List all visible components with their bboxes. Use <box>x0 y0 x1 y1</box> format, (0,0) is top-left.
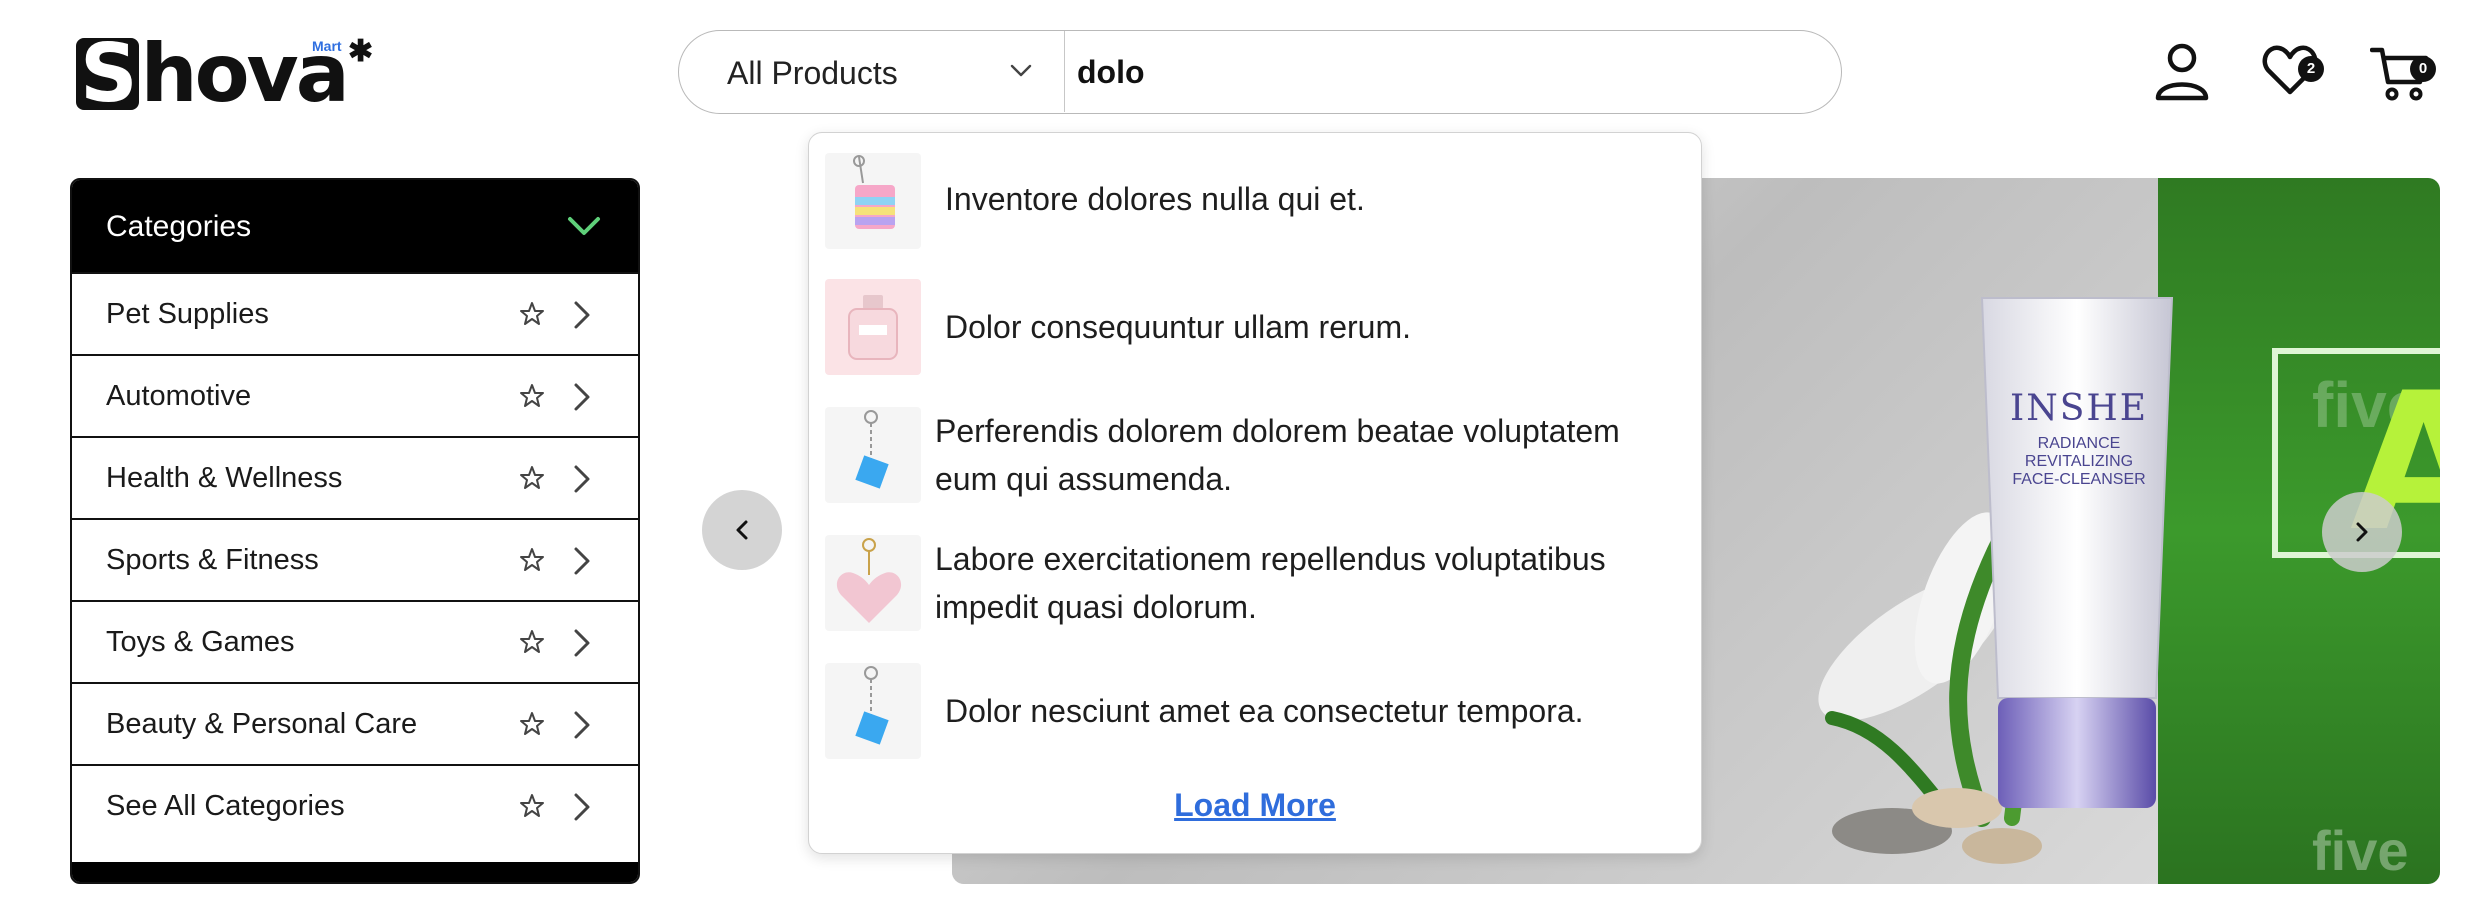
category-item[interactable]: Sports & Fitness <box>72 518 638 600</box>
result-thumbnail <box>825 153 921 249</box>
brand-wordmark: Shova <box>76 34 350 114</box>
result-title: Dolor nesciunt amet ea consectetur tempo… <box>945 693 1584 729</box>
categories-footer-bar <box>72 862 638 882</box>
chevron-down-icon <box>568 217 600 235</box>
search-bar: All Products <box>678 30 1842 114</box>
result-thumbnail <box>825 279 921 375</box>
brand-initial: S <box>76 34 139 114</box>
brand-sub: Mart <box>312 38 342 54</box>
category-label: Automotive <box>106 380 252 412</box>
chevron-right-icon <box>574 711 590 739</box>
cart-count-badge: 0 <box>2410 56 2436 82</box>
chevron-right-icon <box>574 301 590 329</box>
category-item[interactable]: Health & Wellness <box>72 436 638 518</box>
wishlist-count-badge: 2 <box>2298 56 2324 82</box>
category-label: Pet Supplies <box>106 298 269 330</box>
categories-title: Categories <box>106 210 252 243</box>
result-title-line1: Perferendis dolorem dolorem beatae volup… <box>935 413 1620 449</box>
search-result-item[interactable]: Dolor consequuntur ullam rerum. <box>809 279 1701 379</box>
search-result-item[interactable]: Perferendis dolorem dolorem beatae volup… <box>809 407 1701 507</box>
wishlist-button[interactable]: 2 <box>2262 40 2334 104</box>
hero-product-brand: INSHE <box>2009 388 2149 429</box>
result-thumbnail <box>825 535 921 631</box>
result-title: Dolor consequuntur ullam rerum. <box>945 309 1411 345</box>
cart-button[interactable]: 0 <box>2370 40 2450 104</box>
chevron-right-icon <box>574 465 590 493</box>
hero-prev-button[interactable] <box>702 490 782 570</box>
hero-product-line2: REVITALIZING <box>2024 453 2134 470</box>
search-category-select[interactable]: All Products <box>679 31 1065 112</box>
load-more-link[interactable]: Load More <box>809 787 1701 824</box>
hero-stone <box>1962 828 2042 864</box>
brand-logo[interactable]: Shova Mart ✱ <box>76 34 376 116</box>
result-title: Inventore dolores nulla qui et. <box>945 181 1365 217</box>
categories-panel: Categories Pet Supplies Automotive Health … <box>70 178 640 884</box>
search-result-item[interactable]: Dolor nesciunt amet ea consectetur tempo… <box>809 663 1701 763</box>
heart-keychain-image <box>836 538 902 623</box>
category-label: Health & Wellness <box>106 462 343 494</box>
star-icon[interactable] <box>518 710 546 738</box>
star-icon[interactable] <box>518 464 546 492</box>
category-item[interactable]: See All Categories <box>72 764 638 846</box>
category-item[interactable]: Beauty & Personal Care <box>72 682 638 764</box>
search-results-dropdown: Inventore dolores nulla qui et. Dolor co… <box>808 132 1702 854</box>
search-result-item[interactable]: Inventore dolores nulla qui et. <box>809 153 1701 253</box>
chevron-right-icon <box>574 793 590 821</box>
hero-watermark-bottom: five <box>2312 819 2409 882</box>
chevron-left-icon <box>736 520 748 540</box>
brand-star-icon: ✱ <box>348 35 374 68</box>
bag-keychain-image <box>853 155 895 229</box>
result-thumbnail <box>825 663 921 759</box>
category-label: Toys & Games <box>106 626 295 658</box>
cube-keychain-image <box>855 666 889 745</box>
search-result-item[interactable]: Labore exercitationem repellendus volupt… <box>809 535 1701 635</box>
star-icon[interactable] <box>518 382 546 410</box>
chevron-right-icon <box>574 629 590 657</box>
search-input[interactable] <box>1077 41 1817 103</box>
category-label: See All Categories <box>106 790 345 822</box>
account-icon[interactable] <box>2150 40 2214 104</box>
chevron-down-icon <box>1010 64 1032 77</box>
chevron-right-icon <box>574 547 590 575</box>
category-item[interactable]: Toys & Games <box>72 600 638 682</box>
star-icon[interactable] <box>518 792 546 820</box>
hero-product-label: INSHE RADIANCE REVITALIZING FACE-CLEANSE… <box>1994 388 2164 489</box>
result-title-line2: impedit quasi dolorum. <box>935 589 1257 625</box>
hero-product-line3: FACE-CLEANSER <box>2012 471 2146 488</box>
chevron-right-icon <box>574 383 590 411</box>
result-title-line2: eum qui assumenda. <box>935 461 1233 497</box>
hero-product-tube <box>1980 297 2174 808</box>
star-icon[interactable] <box>518 300 546 328</box>
category-item[interactable]: Automotive <box>72 354 638 436</box>
categories-list: Pet Supplies Automotive Health & Wellness S… <box>72 272 638 846</box>
cube-keychain-image <box>855 410 889 489</box>
categories-header[interactable]: Categories <box>72 180 638 272</box>
star-icon[interactable] <box>518 546 546 574</box>
hero-next-button[interactable] <box>2322 492 2402 572</box>
category-label: Beauty & Personal Care <box>106 708 418 740</box>
search-category-label: All Products <box>727 55 898 91</box>
perfume-image <box>848 295 898 360</box>
result-title-line1: Labore exercitationem repellendus volupt… <box>935 541 1606 577</box>
hero-product-line1: RADIANCE <box>2037 435 2121 452</box>
result-thumbnail <box>825 407 921 503</box>
category-label: Sports & Fitness <box>106 544 319 576</box>
chevron-right-icon <box>2356 522 2368 542</box>
category-item[interactable]: Pet Supplies <box>72 272 638 354</box>
star-icon[interactable] <box>518 628 546 656</box>
